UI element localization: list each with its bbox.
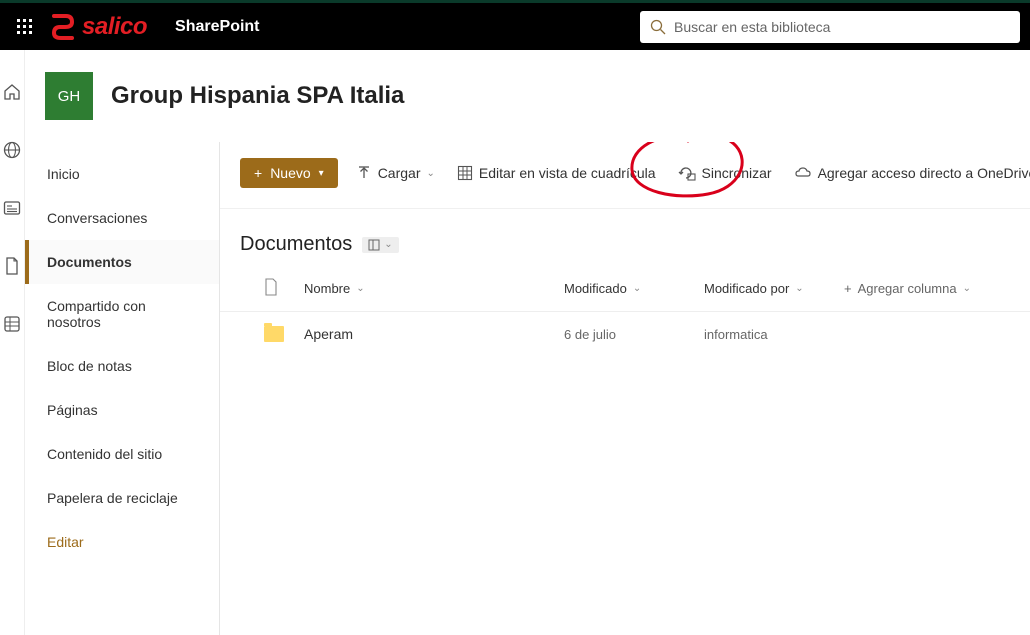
item-modified-by[interactable]: informatica <box>704 327 844 342</box>
nav-contenido[interactable]: Contenido del sitio <box>25 432 219 476</box>
grid-icon <box>457 165 473 181</box>
search-input[interactable] <box>674 19 1010 35</box>
library-title: Documentos <box>240 233 352 256</box>
chevron-down-icon: ⌄ <box>426 168 434 179</box>
nav-paginas[interactable]: Páginas <box>25 388 219 432</box>
chevron-down-icon: ⌄ <box>795 283 803 294</box>
nav-bloc-notas[interactable]: Bloc de notas <box>25 344 219 388</box>
app-rail <box>0 50 25 635</box>
col-modified-by[interactable]: Modificado por⌄ <box>704 281 844 296</box>
col-filetype[interactable] <box>264 278 304 299</box>
file-icon <box>264 278 278 296</box>
content: + Nuevo ▾ Cargar ⌄ Editar en vista de cu… <box>220 142 1030 635</box>
library-heading: Documentos ⌄ <box>220 209 1030 266</box>
grid-edit-button[interactable]: Editar en vista de cuadrícula <box>453 161 660 185</box>
col-modified[interactable]: Modificado⌄ <box>564 281 704 296</box>
list-item[interactable]: Aperam 6 de julio informatica <box>220 312 1030 356</box>
chevron-down-icon: ⌄ <box>963 283 971 294</box>
body-row: Inicio Conversaciones Documentos Compart… <box>25 142 1030 635</box>
search-icon <box>650 19 666 35</box>
search-box[interactable] <box>640 11 1020 43</box>
nav-compartido[interactable]: Compartido con nosotros <box>25 284 219 344</box>
view-selector[interactable]: ⌄ <box>362 237 398 253</box>
nav-inicio[interactable]: Inicio <box>25 152 219 196</box>
chevron-down-icon: ⌄ <box>633 283 641 294</box>
plus-icon: + <box>254 165 262 181</box>
chevron-down-icon: ⌄ <box>356 283 364 294</box>
list-header: Nombre⌄ Modificado⌄ Modificado por⌄ + Ag… <box>220 266 1030 312</box>
view-icon <box>368 239 380 251</box>
nav-conversaciones[interactable]: Conversaciones <box>25 196 219 240</box>
top-bar: salico SharePoint <box>0 0 1030 50</box>
app-launcher-icon[interactable] <box>10 12 40 42</box>
upload-icon <box>356 165 372 181</box>
col-name[interactable]: Nombre⌄ <box>304 281 564 296</box>
site-nav: Inicio Conversaciones Documentos Compart… <box>25 142 220 635</box>
new-label: Nuevo <box>270 165 310 181</box>
item-icon <box>264 326 304 342</box>
site-header: GH Group Hispania SPA Italia <box>25 50 1030 142</box>
news-icon[interactable] <box>0 196 24 220</box>
chevron-down-icon: ▾ <box>319 168 324 179</box>
item-name[interactable]: Aperam <box>304 326 564 342</box>
nav-papelera[interactable]: Papelera de reciclaje <box>25 476 219 520</box>
site-logo[interactable]: GH <box>45 72 93 120</box>
globe-icon[interactable] <box>0 138 24 162</box>
shell: GH Group Hispania SPA Italia Inicio Conv… <box>0 50 1030 635</box>
main: GH Group Hispania SPA Italia Inicio Conv… <box>25 50 1030 635</box>
tenant-logo[interactable]: salico <box>48 12 147 42</box>
command-bar: + Nuevo ▾ Cargar ⌄ Editar en vista de cu… <box>220 152 1030 209</box>
sync-icon <box>678 165 696 181</box>
folder-icon <box>264 326 284 342</box>
nav-edit[interactable]: Editar <box>25 520 219 564</box>
chevron-down-icon: ⌄ <box>384 239 392 250</box>
sync-button[interactable]: Sincronizar <box>674 161 776 185</box>
upload-button[interactable]: Cargar ⌄ <box>352 161 439 185</box>
app-name[interactable]: SharePoint <box>175 18 259 36</box>
onedrive-shortcut-button[interactable]: Agregar acceso directo a OneDrive <box>790 161 1030 185</box>
plus-icon: + <box>844 281 852 296</box>
col-add-column[interactable]: + Agregar columna⌄ <box>844 281 1030 296</box>
files-icon[interactable] <box>0 254 24 278</box>
nav-documentos[interactable]: Documentos <box>25 240 219 284</box>
lists-icon[interactable] <box>0 312 24 336</box>
item-modified: 6 de julio <box>564 327 704 342</box>
site-title[interactable]: Group Hispania SPA Italia <box>111 82 404 110</box>
new-button[interactable]: + Nuevo ▾ <box>240 158 338 188</box>
onedrive-icon <box>794 165 812 181</box>
tenant-logo-text: salico <box>82 13 147 41</box>
tenant-logo-mark-icon <box>48 12 78 42</box>
home-icon[interactable] <box>0 80 24 104</box>
